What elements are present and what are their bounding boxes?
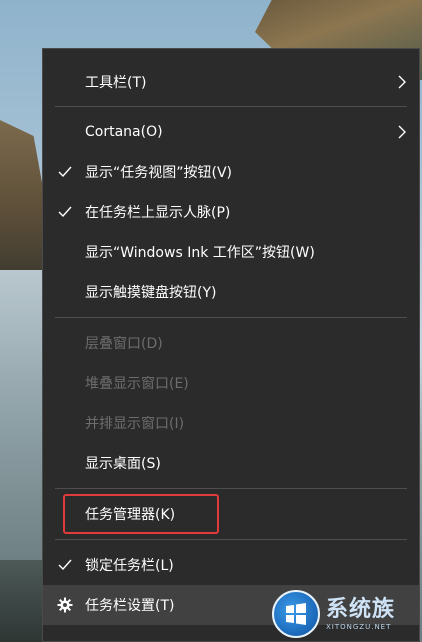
- watermark-title: 系统族: [326, 597, 396, 622]
- menu-item-label: 显示“Windows Ink 工作区”按钮(W): [85, 245, 315, 261]
- gear-icon: [57, 597, 73, 613]
- menu-item-label: 在任务栏上显示人脉(P): [85, 205, 231, 221]
- menu-item-cascade-windows: 层叠窗口(D): [43, 323, 419, 363]
- menu-item-label: 显示触摸键盘按钮(Y): [85, 285, 217, 301]
- menu-item-cortana[interactable]: Cortana(O): [43, 112, 419, 152]
- wallpaper-ground: [0, 560, 48, 642]
- menu-item-label: Cortana(O): [85, 124, 163, 140]
- menu-item-side-by-side-windows: 并排显示窗口(I): [43, 403, 419, 443]
- annotation-highlight-box: [63, 494, 219, 534]
- menu-item-show-desktop[interactable]: 显示桌面(S): [43, 443, 419, 483]
- menu-item-label: 锁定任务栏(L): [85, 558, 174, 574]
- menu-item-label: 层叠窗口(D): [85, 336, 163, 352]
- menu-item-label: 并排显示窗口(I): [85, 416, 185, 432]
- menu-item-label: 显示桌面(S): [85, 456, 161, 472]
- menu-separator: [55, 106, 407, 107]
- watermark-url: XITONGZU.NET: [326, 623, 392, 631]
- menu-item-show-windows-ink[interactable]: 显示“Windows Ink 工作区”按钮(W): [43, 232, 419, 272]
- menu-item-lock-taskbar[interactable]: 锁定任务栏(L): [43, 545, 419, 585]
- chevron-right-icon: [395, 75, 409, 89]
- menu-item-label: 堆叠显示窗口(E): [85, 376, 189, 392]
- chevron-right-icon: [395, 125, 409, 139]
- wallpaper-rock-left: [0, 120, 48, 280]
- menu-separator: [55, 539, 407, 540]
- menu-separator: [55, 317, 407, 318]
- check-icon: [57, 204, 73, 220]
- check-icon: [57, 557, 73, 573]
- menu-item-show-touch-keyboard[interactable]: 显示触摸键盘按钮(Y): [43, 272, 419, 312]
- taskbar-context-menu: 工具栏(T) Cortana(O) 显示“任务视图”按钮(V) 在任务栏上显示人…: [42, 48, 420, 642]
- windows-logo-icon: [272, 590, 320, 638]
- menu-item-toolbars[interactable]: 工具栏(T): [43, 62, 419, 102]
- menu-item-label: 显示“任务视图”按钮(V): [85, 165, 233, 181]
- menu-item-label: 工具栏(T): [85, 75, 147, 91]
- menu-item-label: 任务栏设置(T): [85, 598, 175, 614]
- check-icon: [57, 164, 73, 180]
- menu-item-stack-windows: 堆叠显示窗口(E): [43, 363, 419, 403]
- menu-item-show-people[interactable]: 在任务栏上显示人脉(P): [43, 192, 419, 232]
- menu-separator: [55, 488, 407, 489]
- site-watermark: 系统族 XITONGZU.NET: [272, 586, 422, 642]
- menu-item-show-task-view[interactable]: 显示“任务视图”按钮(V): [43, 152, 419, 192]
